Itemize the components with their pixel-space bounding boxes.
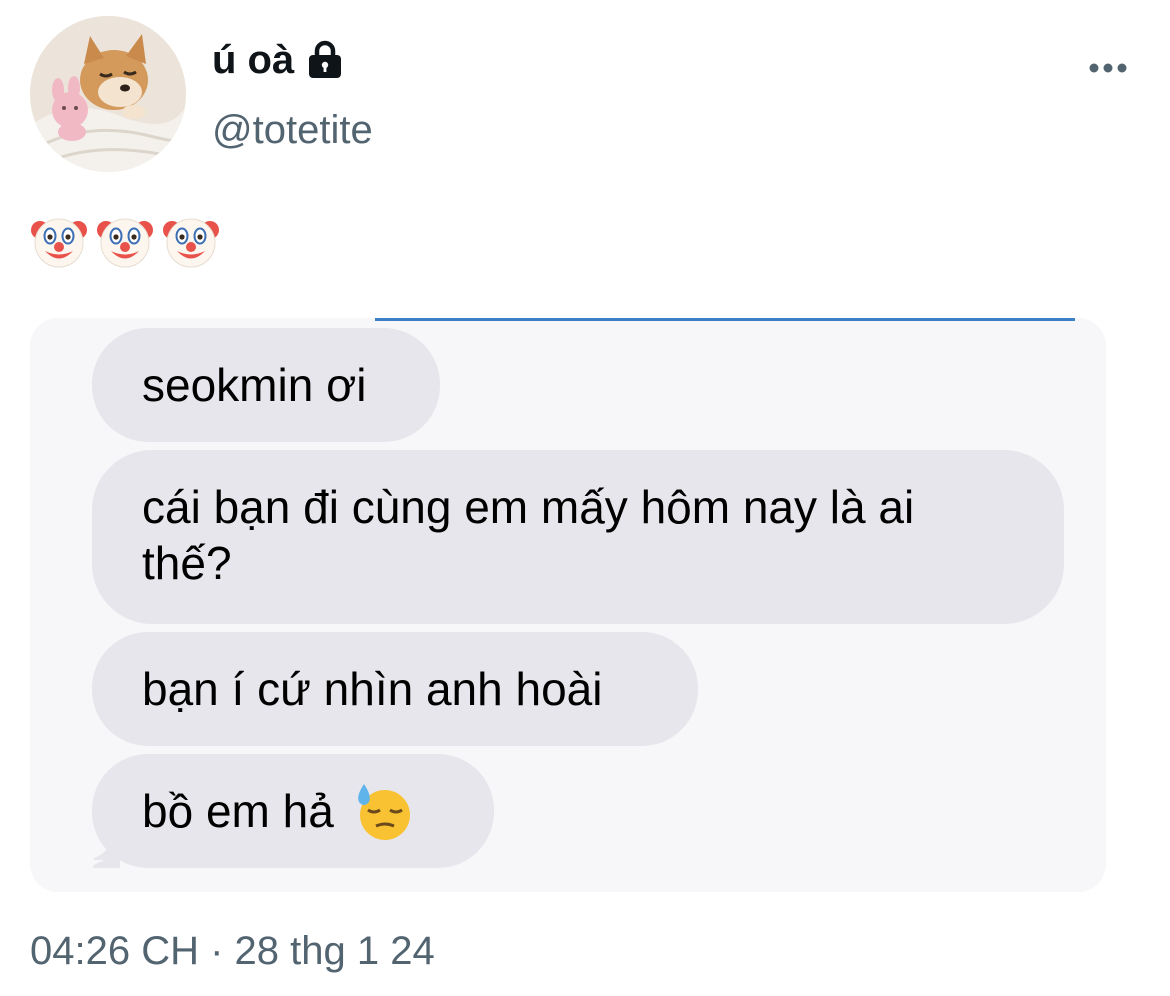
clown-face-emoji: [97, 218, 153, 268]
more-icon: [1089, 63, 1127, 73]
tweet-timestamp[interactable]: 04:26 CH · 28 thg 1 24: [30, 926, 435, 976]
username[interactable]: @totetite: [212, 106, 373, 154]
message-bubble: cái bạn đi cùng em mấy hôm nay là ai thế…: [92, 450, 1064, 624]
message-text: seokmin ơi: [142, 359, 367, 411]
downcast-face-with-sweat-emoji: [357, 784, 410, 840]
more-button[interactable]: [1082, 50, 1134, 86]
tweet-text: [30, 212, 220, 270]
message-text: bạn í cứ nhìn anh hoài: [142, 663, 603, 715]
message-text: cái bạn đi cùng em mấy hôm nay là ai thế…: [142, 481, 915, 589]
display-name[interactable]: ú oà: [212, 36, 294, 84]
clown-face-emoji: [163, 218, 219, 268]
lock-icon: [304, 40, 346, 80]
author-name-row[interactable]: ú oà: [212, 36, 346, 84]
message-text: bồ em hả: [142, 785, 334, 837]
shiba-dog-avatar-image: [30, 16, 186, 172]
message-bubble: bạn í cứ nhìn anh hoài: [92, 632, 698, 746]
tweet-media[interactable]: seokmin ơi cái bạn đi cùng em mấy hôm na…: [30, 318, 1106, 892]
message-bubble: bồ em hả: [92, 754, 494, 868]
message-bubble: seokmin ơi: [92, 328, 440, 442]
avatar[interactable]: [30, 16, 186, 172]
bubble-tail: [92, 819, 120, 868]
clown-face-emoji: [31, 218, 87, 268]
media-top-line: [375, 318, 1075, 321]
